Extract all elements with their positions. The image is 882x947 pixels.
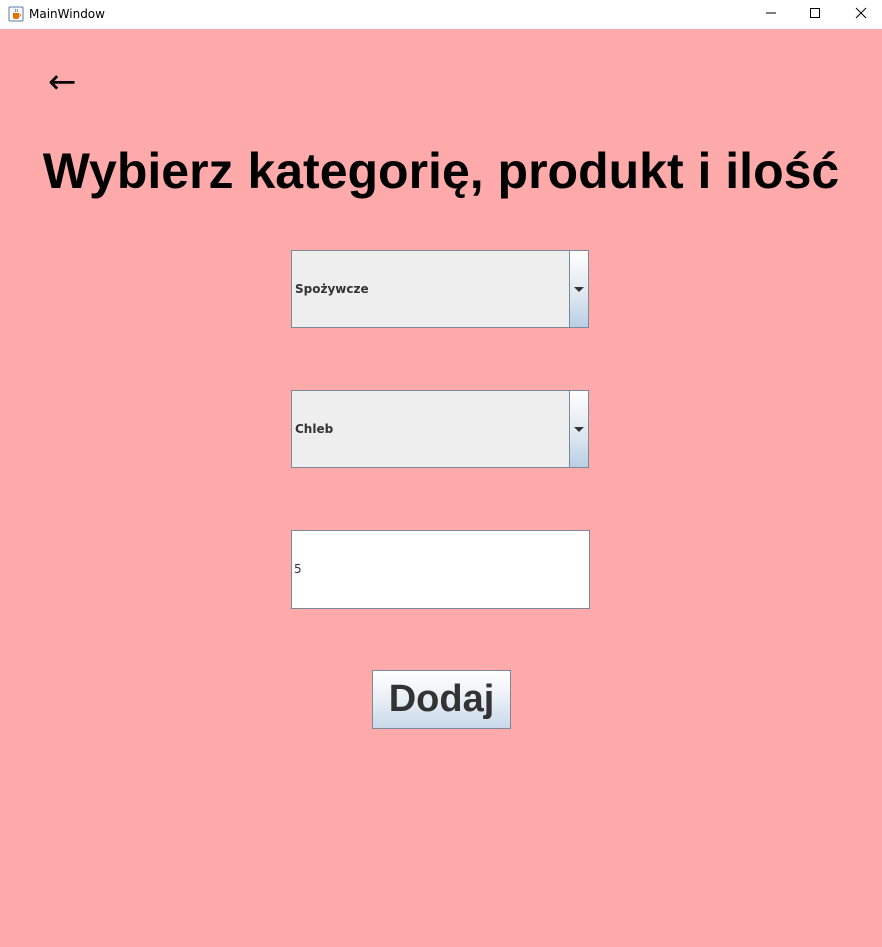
category-select[interactable]: Spożywcze — [291, 250, 589, 328]
category-dropdown-button[interactable] — [569, 251, 588, 327]
add-button[interactable]: Dodaj — [372, 670, 511, 729]
product-dropdown-button[interactable] — [569, 391, 588, 467]
category-selected-value: Spożywcze — [295, 282, 369, 296]
product-selected-value: Chleb — [295, 422, 334, 436]
maximize-button[interactable] — [792, 0, 838, 29]
chevron-down-icon — [574, 280, 584, 298]
minimize-button[interactable] — [748, 0, 794, 29]
title-bar: MainWindow — [0, 0, 882, 29]
product-select[interactable]: Chleb — [291, 390, 589, 468]
back-button[interactable]: ← — [48, 62, 77, 102]
close-button[interactable] — [838, 0, 882, 29]
java-cup-icon — [8, 6, 24, 22]
maximize-icon — [809, 6, 821, 24]
main-window: MainWindow ← Wybierz kategorię, produkt … — [0, 0, 882, 947]
quantity-input[interactable]: 5 — [291, 530, 590, 609]
page-title: Wybierz kategorię, produkt i ilość — [42, 143, 840, 199]
minimize-icon — [765, 6, 777, 24]
window-title: MainWindow — [29, 7, 105, 21]
close-icon — [855, 6, 867, 24]
chevron-down-icon — [574, 420, 584, 438]
